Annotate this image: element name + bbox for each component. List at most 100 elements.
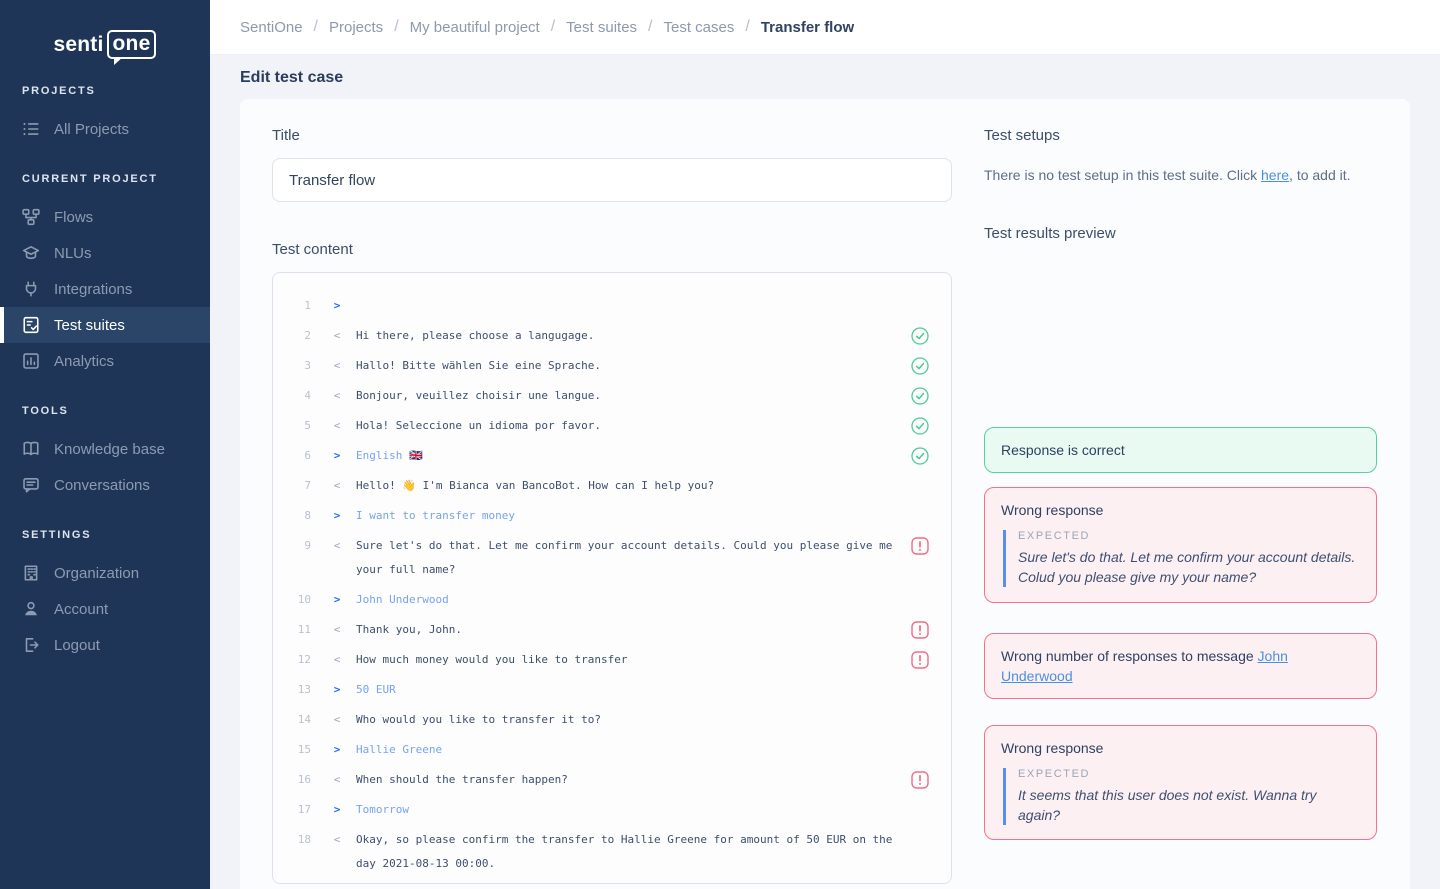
- status-placeholder: [911, 681, 929, 699]
- sidebar-item-analytics[interactable]: Analytics: [0, 343, 210, 379]
- user-message-arrow-icon: >: [327, 294, 347, 318]
- editor-line[interactable]: 13>50 EUR: [273, 675, 951, 705]
- editor-line[interactable]: 17>Tomorrow: [273, 795, 951, 825]
- line-number: 10: [273, 588, 311, 612]
- test-results-heading: Test results preview: [984, 225, 1378, 242]
- breadcrumb-separator: /: [314, 18, 318, 36]
- user-message-arrow-icon: >: [327, 798, 347, 822]
- add-test-setup-link[interactable]: here: [1261, 167, 1289, 183]
- status-placeholder: [911, 711, 929, 729]
- user-message-arrow-icon: >: [327, 444, 347, 468]
- test-setups-heading: Test setups: [984, 127, 1378, 144]
- logo-text-one: one: [107, 30, 157, 59]
- sidebar-item-label: NLUs: [54, 245, 92, 262]
- bot-message-arrow-icon: <: [327, 354, 347, 378]
- expected-label: EXPECTED: [1018, 768, 1360, 780]
- editor-line[interactable]: 12<How much money would you like to tran…: [273, 645, 951, 675]
- test-setups-text: There is no test setup in this test suit…: [984, 165, 1378, 185]
- sidebar-item-organization[interactable]: Organization: [0, 555, 210, 591]
- user-message-text: Tomorrow: [356, 798, 901, 822]
- sidebar-item-flows[interactable]: Flows: [0, 199, 210, 235]
- sidebar-item-test-suites[interactable]: Test suites: [0, 307, 210, 343]
- editor-line[interactable]: 8>I want to transfer money: [273, 501, 951, 531]
- breadcrumb: SentiOne/Projects/My beautiful project/T…: [240, 18, 854, 36]
- sidebar-section-label: CURRENT PROJECT: [22, 173, 188, 185]
- editor-line[interactable]: 18<Okay, so please confirm the transfer …: [273, 825, 951, 879]
- status-placeholder: [911, 477, 929, 495]
- bot-message-text: Hello! 👋 I'm Bianca van BancoBot. How ca…: [356, 474, 901, 498]
- editor-line[interactable]: 16<When should the transfer happen?: [273, 765, 951, 795]
- sentione-logo[interactable]: senti one: [54, 30, 157, 59]
- line-number: 2: [273, 324, 311, 348]
- editor-line[interactable]: 1>: [273, 291, 951, 321]
- sidebar-item-label: Logout: [54, 637, 100, 654]
- editor-line[interactable]: 9 < Sure let's do that. Let me confirm you…: [273, 531, 951, 585]
- editor-line[interactable]: 7 < Hello! 👋 I'm Bianca van BancoBot. How …: [273, 471, 951, 501]
- editor-line[interactable]: 14<Who would you like to transfer it to?: [273, 705, 951, 735]
- sidebar-nav: PROJECTSAll ProjectsCURRENT PROJECTFlows…: [0, 85, 210, 663]
- sidebar-item-label: Conversations: [54, 477, 150, 494]
- sidebar-section-label: SETTINGS: [22, 529, 188, 541]
- test-results-panel: Test setups There is no test setup in th…: [984, 127, 1378, 889]
- line-number: 1: [273, 294, 311, 318]
- line-number: 9: [273, 534, 311, 558]
- bot-message-text: How much money would you like to transfe…: [356, 648, 901, 672]
- main-area: SentiOne/Projects/My beautiful project/T…: [210, 0, 1440, 889]
- editor-line[interactable]: 6>English 🇬🇧: [273, 441, 951, 471]
- editor-line[interactable]: 5 < Hola! Seleccione un idioma por favor.: [273, 411, 951, 441]
- test-content-editor[interactable]: 1>2<Hi there, please choose a langugage.…: [272, 272, 952, 884]
- editor-line[interactable]: 3<Hallo! Bitte wählen Sie eine Sprache.: [273, 351, 951, 381]
- logout-icon: [22, 636, 40, 654]
- sidebar-item-all-projects[interactable]: All Projects: [0, 111, 210, 147]
- result-title: Wrong response: [1001, 738, 1360, 758]
- setup-text-after: , to add it.: [1289, 167, 1350, 183]
- sidebar-item-label: Integrations: [54, 281, 132, 298]
- sidebar-item-conversations[interactable]: Conversations: [0, 467, 210, 503]
- result-box-success: Response is correct: [984, 427, 1377, 473]
- status-failed-icon: [911, 651, 929, 669]
- bot-message-text: Okay, so please confirm the transfer to …: [356, 828, 901, 876]
- line-number: 8: [273, 504, 311, 528]
- result-box-error: Wrong number of responses to message Joh…: [984, 633, 1377, 699]
- bot-message-text: Sure let's do that. Let me confirm your …: [356, 534, 901, 582]
- sidebar-item-integrations[interactable]: Integrations: [0, 271, 210, 307]
- topbar: SentiOne/Projects/My beautiful project/T…: [210, 0, 1440, 55]
- breadcrumb-link[interactable]: My beautiful project: [410, 19, 540, 36]
- result-message-link[interactable]: John Underwood: [1001, 648, 1288, 684]
- edit-test-case-card: Title Test content 1>2<Hi there, please …: [240, 99, 1410, 889]
- result-title: Response is correct: [1001, 440, 1360, 460]
- user-icon: [22, 600, 40, 618]
- line-number: 7: [273, 474, 311, 498]
- editor-line[interactable]: 15>Hallie Greene: [273, 735, 951, 765]
- sidebar-item-knowledge-base[interactable]: Knowledge base: [0, 431, 210, 467]
- editor-line[interactable]: 11<Thank you, John.: [273, 615, 951, 645]
- line-number: 12: [273, 648, 311, 672]
- expected-response-text: Sure let's do that. Let me confirm your …: [1018, 547, 1360, 567]
- sidebar-item-nlus[interactable]: NLUs: [0, 235, 210, 271]
- bot-message-arrow-icon: <: [327, 474, 347, 498]
- user-message-text: Hallie Greene: [356, 738, 901, 762]
- breadcrumb-link[interactable]: Test cases: [664, 19, 735, 36]
- editor-line[interactable]: 4<Bonjour, veuillez choisir une langue.: [273, 381, 951, 411]
- bot-message-text: Hola! Seleccione un idioma por favor.: [356, 414, 901, 438]
- breadcrumb-link[interactable]: SentiOne: [240, 19, 303, 36]
- line-number: 18: [273, 828, 311, 852]
- status-placeholder: [911, 831, 929, 849]
- breadcrumb-link[interactable]: Test suites: [566, 19, 637, 36]
- status-placeholder: [911, 801, 929, 819]
- bot-message-arrow-icon: <: [327, 534, 347, 558]
- sidebar-item-account[interactable]: Account: [0, 591, 210, 627]
- sidebar-item-label: Flows: [54, 209, 93, 226]
- breadcrumb-link[interactable]: Projects: [329, 19, 383, 36]
- bot-message-arrow-icon: <: [327, 414, 347, 438]
- editor-line[interactable]: 2<Hi there, please choose a langugage.: [273, 321, 951, 351]
- book-icon: [22, 440, 40, 458]
- analytics-icon: [22, 352, 40, 370]
- sidebar-item-logout[interactable]: Logout: [0, 627, 210, 663]
- editor-line[interactable]: 10>John Underwood: [273, 585, 951, 615]
- page-title: Edit test case: [240, 69, 1410, 87]
- line-number: 11: [273, 618, 311, 642]
- breadcrumb-separator: /: [394, 18, 398, 36]
- title-input[interactable]: [272, 158, 952, 202]
- line-number: 5: [273, 414, 311, 438]
